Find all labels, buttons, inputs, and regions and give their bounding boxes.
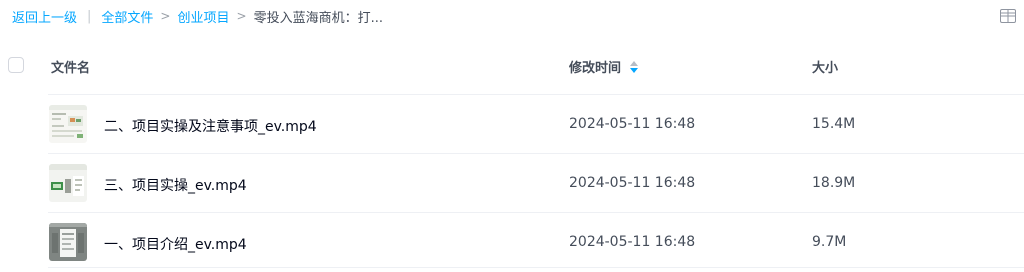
chevron-right-icon: > bbox=[236, 9, 247, 23]
file-name[interactable]: 一、项目介绍_ev.mp4 bbox=[104, 234, 247, 254]
file-modified: 2024-05-11 16:48 bbox=[569, 175, 696, 191]
video-thumbnail[interactable] bbox=[49, 105, 87, 143]
back-link[interactable]: 返回上一级 bbox=[12, 7, 77, 26]
breadcrumb-divider: | bbox=[87, 8, 92, 24]
column-header-modified[interactable]: 修改时间 bbox=[569, 57, 639, 76]
video-thumbnail[interactable] bbox=[49, 164, 87, 202]
file-size: 18.9M bbox=[812, 175, 856, 191]
breadcrumb-startup-projects[interactable]: 创业项目 bbox=[177, 7, 229, 26]
breadcrumb-all-files[interactable]: 全部文件 bbox=[101, 7, 153, 26]
table-row[interactable]: 二、项目实操及注意事项_ev.mp4 2024-05-11 16:48 15.4… bbox=[0, 95, 1024, 154]
column-header-modified-label: 修改时间 bbox=[569, 61, 622, 76]
file-modified: 2024-05-11 16:48 bbox=[569, 234, 696, 250]
file-name[interactable]: 二、项目实操及注意事项_ev.mp4 bbox=[104, 116, 317, 136]
sort-arrows-icon[interactable] bbox=[630, 60, 639, 73]
table-header: 文件名 修改时间 大小 bbox=[0, 44, 1024, 88]
table-row[interactable]: 三、项目实操_ev.mp4 2024-05-11 16:48 18.9M bbox=[0, 154, 1024, 213]
video-thumbnail[interactable] bbox=[49, 223, 87, 261]
chevron-right-icon: > bbox=[160, 9, 171, 23]
file-size: 15.4M bbox=[812, 116, 856, 132]
file-modified: 2024-05-11 16:48 bbox=[569, 116, 696, 132]
divider bbox=[48, 267, 1024, 268]
breadcrumb-current-folder: 零投入蓝海商机：打... bbox=[253, 10, 383, 26]
table-row[interactable]: 一、项目介绍_ev.mp4 2024-05-11 16:48 9.7M bbox=[0, 213, 1024, 272]
column-header-size: 大小 bbox=[812, 61, 839, 76]
file-size: 9.7M bbox=[812, 234, 847, 250]
view-toggle-icon[interactable] bbox=[1000, 8, 1016, 23]
breadcrumb: 返回上一级 | 全部文件 > 创业项目 > 零投入蓝海商机：打... bbox=[12, 6, 383, 26]
select-all-checkbox[interactable] bbox=[8, 57, 24, 73]
column-header-name: 文件名 bbox=[51, 61, 91, 76]
file-name[interactable]: 三、项目实操_ev.mp4 bbox=[104, 175, 247, 195]
